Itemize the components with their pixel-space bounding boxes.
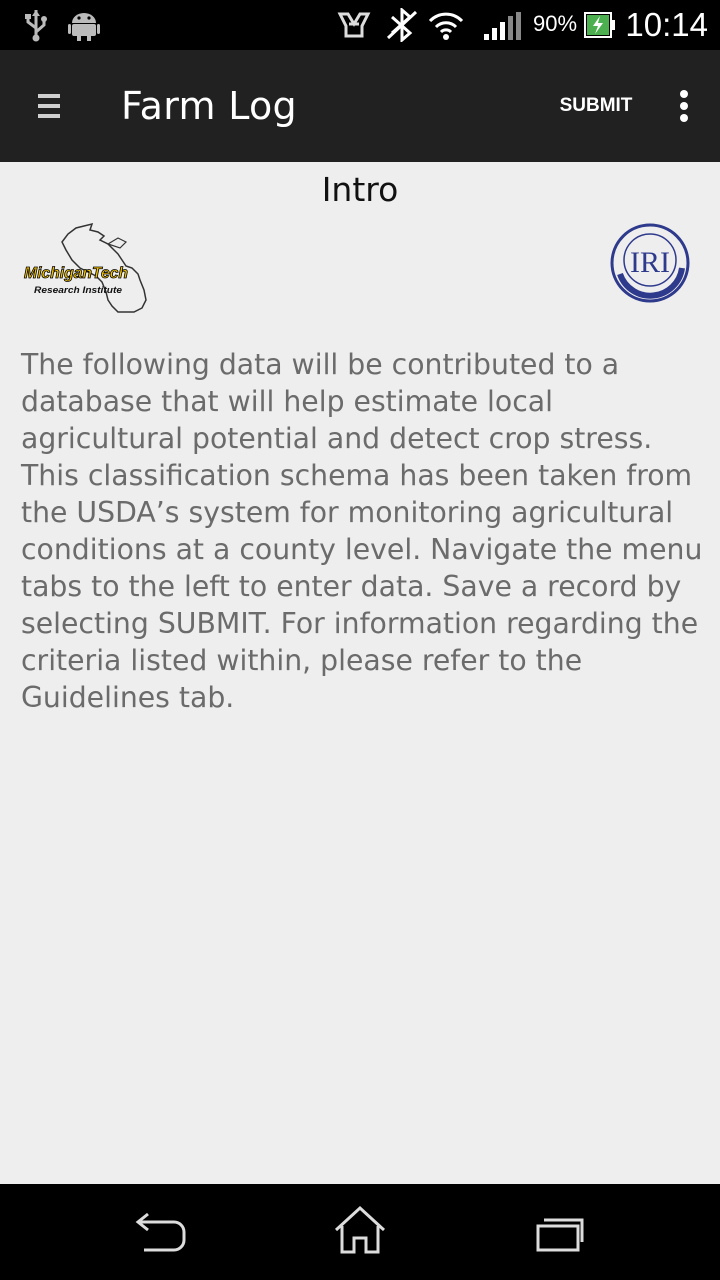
status-bar: 90% 10:14 bbox=[0, 0, 720, 50]
battery-percent: 90% bbox=[533, 11, 578, 36]
usb-icon bbox=[25, 10, 47, 42]
signal-icon bbox=[484, 12, 521, 40]
android-debug-icon bbox=[68, 13, 100, 41]
app-bar: Farm Log SUBMIT bbox=[0, 50, 720, 162]
page-title: Intro bbox=[321, 170, 399, 209]
bluetooth-icon bbox=[386, 8, 418, 42]
recent-apps-icon[interactable] bbox=[520, 1202, 600, 1262]
clock: 10:14 bbox=[625, 6, 708, 43]
intro-body-text: The following data will be contributed t… bbox=[21, 348, 703, 714]
back-icon[interactable] bbox=[120, 1202, 200, 1262]
nfc-icon bbox=[337, 12, 371, 38]
content-area: Intro MichiganTech Research Institute IR… bbox=[0, 162, 720, 1184]
app-title: Farm Log bbox=[121, 84, 297, 128]
michigan-tech-logo: MichiganTech Research Institute bbox=[24, 222, 147, 313]
iri-logo: IRI bbox=[610, 223, 690, 303]
submit-button[interactable]: SUBMIT bbox=[548, 80, 644, 132]
wifi-icon bbox=[428, 12, 464, 40]
battery-charging-icon bbox=[584, 12, 615, 38]
home-icon[interactable] bbox=[320, 1202, 400, 1262]
mtri-logo-line1: MichiganTech bbox=[24, 265, 128, 282]
navigation-bar bbox=[0, 1184, 720, 1280]
iri-logo-text: IRI bbox=[630, 246, 670, 279]
hamburger-menu-icon[interactable] bbox=[28, 82, 72, 130]
mtri-logo-line2: Research Institute bbox=[34, 285, 123, 296]
more-vert-icon[interactable] bbox=[664, 84, 704, 128]
